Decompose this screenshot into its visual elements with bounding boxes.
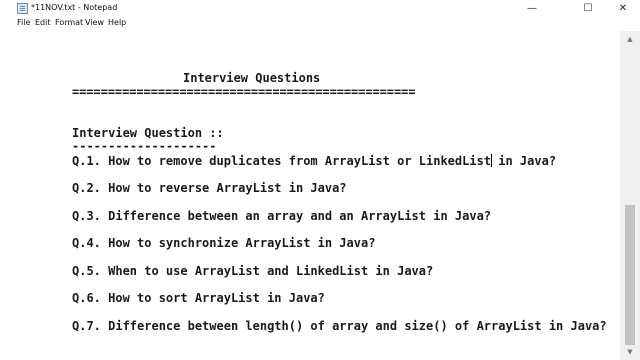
scroll-thumb[interactable] — [625, 205, 635, 345]
question-text: Q.1. How to remove duplicates from Array… — [72, 154, 492, 168]
question-line: Q.3. Difference between an array and an … — [72, 209, 492, 223]
question-line: Q.5. When to use ArrayList and LinkedLis… — [72, 264, 434, 278]
text-editor[interactable]: Interview Questions ====================… — [0, 31, 620, 360]
close-button[interactable]: ✕ — [608, 0, 638, 17]
menu-view[interactable]: View — [85, 18, 104, 27]
scroll-down-icon[interactable]: ▼ — [620, 344, 640, 360]
section-underline: -------------------- — [72, 139, 217, 153]
menu-help[interactable]: Help — [108, 18, 126, 27]
menu-edit[interactable]: Edit — [35, 18, 51, 27]
question-line: Q.4. How to synchronize ArrayList in Jav… — [72, 236, 376, 250]
question-line: Q.2. How to reverse ArrayList in Java? — [72, 181, 347, 195]
window-title: *11NOV.txt - Notepad — [31, 3, 118, 12]
question-line: Q.1. How to remove duplicates from Array… — [72, 153, 556, 169]
menu-bar: File Edit Format View Help — [0, 17, 640, 32]
question-line: Q.7. Difference between length() of arra… — [72, 319, 607, 333]
menu-file[interactable]: File — [17, 18, 30, 27]
notepad-icon — [17, 3, 28, 14]
maximize-button[interactable]: ☐ — [573, 0, 603, 17]
scroll-up-icon[interactable]: ▲ — [620, 31, 640, 47]
title-underline: ========================================… — [72, 85, 416, 99]
question-text: in Java? — [491, 154, 557, 168]
menu-format[interactable]: Format — [55, 18, 83, 27]
minimize-button[interactable]: — — [517, 0, 547, 17]
question-line: Q.6. How to sort ArrayList in Java? — [72, 291, 325, 305]
vertical-scrollbar[interactable]: ▲ ▼ — [620, 31, 640, 360]
title-bar[interactable]: *11NOV.txt - Notepad — ☐ ✕ — [0, 0, 640, 17]
